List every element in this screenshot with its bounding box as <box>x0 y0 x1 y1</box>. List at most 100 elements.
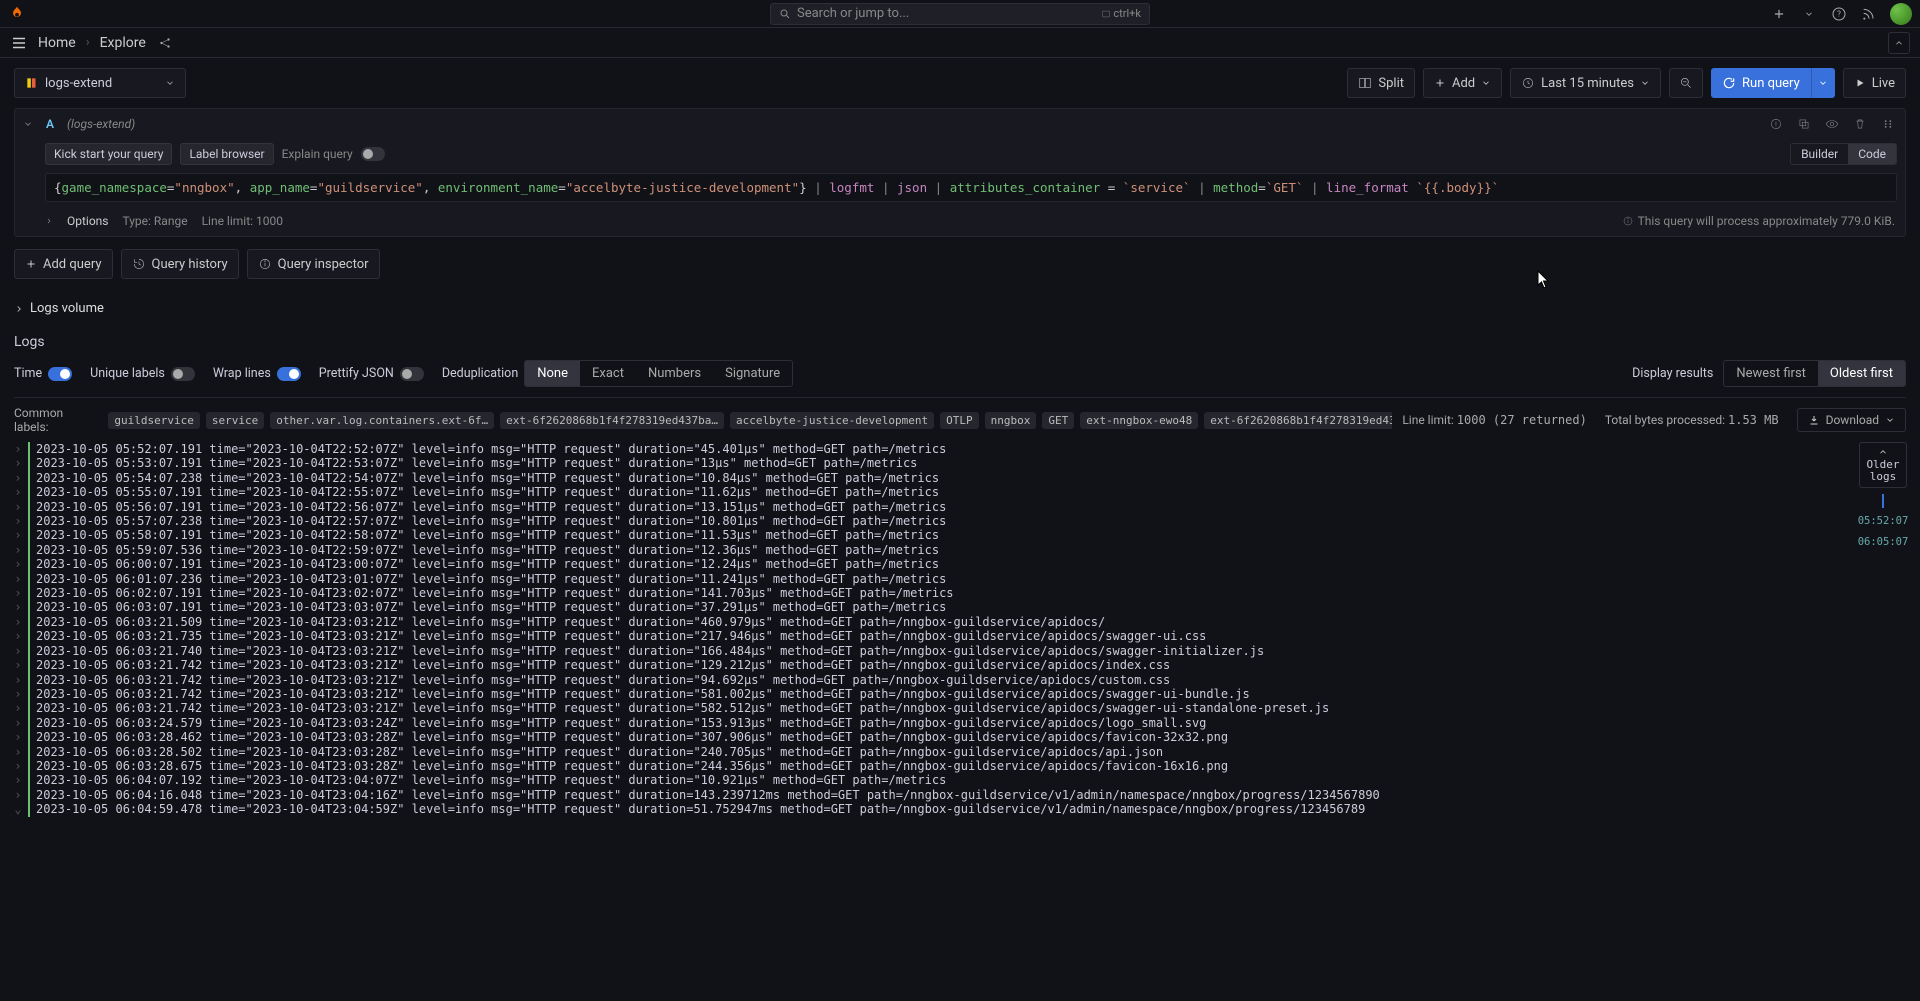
log-row[interactable]: ›2023-10-05 05:57:07.238 time="2023-10-0… <box>14 514 1846 528</box>
common-label-chip[interactable]: ext-6f2620868b1f4f278319ed437ba… <box>500 412 724 429</box>
log-row[interactable]: ›2023-10-05 05:54:07.238 time="2023-10-0… <box>14 471 1846 485</box>
timerange-picker[interactable]: Last 15 minutes <box>1510 68 1661 98</box>
add-icon[interactable] <box>1770 5 1788 23</box>
dedup-none[interactable]: None <box>525 361 580 386</box>
log-row[interactable]: ›2023-10-05 06:03:28.675 time="2023-10-0… <box>14 759 1846 773</box>
options-label[interactable]: Options <box>67 214 109 228</box>
code-tab[interactable]: Code <box>1848 144 1896 164</box>
expand-log-icon[interactable]: › <box>14 543 22 557</box>
user-avatar[interactable] <box>1890 3 1912 25</box>
download-button[interactable]: Download <box>1797 408 1906 432</box>
query-letter[interactable]: A <box>43 117 57 131</box>
log-row[interactable]: ›2023-10-05 06:03:21.742 time="2023-10-0… <box>14 658 1846 672</box>
expand-log-icon[interactable]: › <box>14 730 22 744</box>
log-row[interactable]: ›2023-10-05 06:02:07.191 time="2023-10-0… <box>14 586 1846 600</box>
datasource-picker[interactable]: logs-extend <box>14 68 186 98</box>
log-row[interactable]: ›2023-10-05 05:59:07.536 time="2023-10-0… <box>14 543 1846 557</box>
toggle-query-icon[interactable] <box>1823 115 1841 133</box>
log-row[interactable]: ›2023-10-05 06:03:21.509 time="2023-10-0… <box>14 615 1846 629</box>
grafana-logo[interactable] <box>8 5 26 23</box>
crumb-explore[interactable]: Explore <box>100 35 146 51</box>
pretty-toggle[interactable] <box>400 367 424 381</box>
log-row[interactable]: ›2023-10-05 06:03:21.740 time="2023-10-0… <box>14 644 1846 658</box>
common-label-chip[interactable]: nngbox <box>985 412 1037 429</box>
log-row[interactable]: ›2023-10-05 05:55:07.191 time="2023-10-0… <box>14 485 1846 499</box>
newest-first[interactable]: Newest first <box>1724 361 1818 386</box>
common-label-chip[interactable]: other.var.log.containers.ext-6f… <box>270 412 494 429</box>
expand-log-icon[interactable]: › <box>14 471 22 485</box>
log-row[interactable]: ›2023-10-05 05:52:07.191 time="2023-10-0… <box>14 442 1846 456</box>
help-icon[interactable]: ? <box>1830 5 1848 23</box>
kickstart-button[interactable]: Kick start your query <box>45 143 172 165</box>
run-query-options[interactable] <box>1811 68 1835 98</box>
log-row[interactable]: ›2023-10-05 06:00:07.191 time="2023-10-0… <box>14 557 1846 571</box>
dedup-numbers[interactable]: Numbers <box>636 361 713 386</box>
duplicate-query-icon[interactable] <box>1795 115 1813 133</box>
expand-log-icon[interactable]: › <box>14 773 22 787</box>
log-row[interactable]: ›2023-10-05 06:03:21.735 time="2023-10-0… <box>14 629 1846 643</box>
split-button[interactable]: Split <box>1347 68 1415 98</box>
expand-log-icon[interactable]: › <box>14 629 22 643</box>
chevron-right-icon[interactable] <box>45 217 53 225</box>
add-panel-button[interactable]: Add <box>1423 68 1502 98</box>
common-label-chip[interactable]: guildservice <box>108 412 199 429</box>
log-row[interactable]: ›2023-10-05 06:04:16.048 time="2023-10-0… <box>14 788 1846 802</box>
live-button[interactable]: Live <box>1843 68 1906 98</box>
log-row[interactable]: ›2023-10-05 05:58:07.191 time="2023-10-0… <box>14 528 1846 542</box>
expand-log-icon[interactable]: › <box>14 701 22 715</box>
log-row[interactable]: ›2023-10-05 06:04:07.192 time="2023-10-0… <box>14 773 1846 787</box>
expand-log-icon[interactable]: › <box>14 759 22 773</box>
label-browser-button[interactable]: Label browser <box>180 143 273 165</box>
query-code-editor[interactable]: {game_namespace="nngbox", app_name="guil… <box>45 173 1897 202</box>
share-icon[interactable] <box>156 34 174 52</box>
expand-log-icon[interactable]: › <box>14 788 22 802</box>
crumb-home[interactable]: Home <box>38 35 76 51</box>
collapse-toolbar[interactable] <box>1888 32 1910 54</box>
explain-toggle[interactable] <box>361 147 385 161</box>
common-label-chip[interactable]: OTLP <box>940 412 979 429</box>
wrap-toggle[interactable] <box>277 367 301 381</box>
expand-log-icon[interactable]: › <box>14 572 22 586</box>
log-row[interactable]: ›2023-10-05 06:03:28.462 time="2023-10-0… <box>14 730 1846 744</box>
log-row[interactable]: ›2023-10-05 06:03:21.742 time="2023-10-0… <box>14 701 1846 715</box>
expand-log-icon[interactable]: › <box>14 745 22 759</box>
expand-log-icon[interactable]: › <box>14 557 22 571</box>
common-label-chip[interactable]: ext-nngbox-ewo48 <box>1080 412 1198 429</box>
log-row[interactable]: ⌄2023-10-05 06:04:59.478 time="2023-10-0… <box>14 802 1846 816</box>
common-label-chip[interactable]: ext-6f2620868b1f4f278319ed437ba… <box>1204 412 1392 429</box>
expand-log-icon[interactable]: › <box>14 716 22 730</box>
chevron-down-icon[interactable] <box>23 119 33 129</box>
zoom-out-button[interactable] <box>1669 68 1703 98</box>
query-inspector-button[interactable]: Query inspector <box>247 249 380 279</box>
menu-toggle[interactable] <box>10 34 28 52</box>
expand-log-icon[interactable]: › <box>14 500 22 514</box>
expand-log-icon[interactable]: › <box>14 456 22 470</box>
dedup-exact[interactable]: Exact <box>580 361 636 386</box>
expand-log-icon[interactable]: › <box>14 644 22 658</box>
unique-toggle[interactable] <box>171 367 195 381</box>
news-icon[interactable] <box>1860 5 1878 23</box>
query-history-button[interactable]: Query history <box>121 249 239 279</box>
expand-log-icon[interactable]: ⌄ <box>14 802 22 816</box>
common-label-chip[interactable]: accelbyte-justice-development <box>730 412 934 429</box>
builder-tab[interactable]: Builder <box>1791 144 1848 164</box>
oldest-first[interactable]: Oldest first <box>1818 361 1905 386</box>
logs-volume-toggle[interactable]: Logs volume <box>14 297 1906 320</box>
expand-log-icon[interactable]: › <box>14 615 22 629</box>
chevron-down-icon[interactable] <box>1800 5 1818 23</box>
query-help-icon[interactable]: ! <box>1767 115 1785 133</box>
log-row[interactable]: ›2023-10-05 06:01:07.236 time="2023-10-0… <box>14 572 1846 586</box>
expand-log-icon[interactable]: › <box>14 442 22 456</box>
timeline-tick[interactable]: 06:05:07 <box>1858 535 1909 549</box>
log-row[interactable]: ›2023-10-05 06:03:24.579 time="2023-10-0… <box>14 716 1846 730</box>
log-row[interactable]: ›2023-10-05 05:56:07.191 time="2023-10-0… <box>14 500 1846 514</box>
global-search[interactable]: Search or jump to... ctrl+k <box>770 3 1150 25</box>
drag-handle-icon[interactable] <box>1879 115 1897 133</box>
add-query-button[interactable]: Add query <box>14 249 113 279</box>
expand-log-icon[interactable]: › <box>14 586 22 600</box>
common-label-chip[interactable]: GET <box>1042 412 1074 429</box>
timeline-tick[interactable]: 05:52:07 <box>1858 514 1909 528</box>
run-query-button[interactable]: Run query <box>1711 68 1811 98</box>
older-logs-button[interactable]: Older logs <box>1859 442 1906 488</box>
expand-log-icon[interactable]: › <box>14 600 22 614</box>
